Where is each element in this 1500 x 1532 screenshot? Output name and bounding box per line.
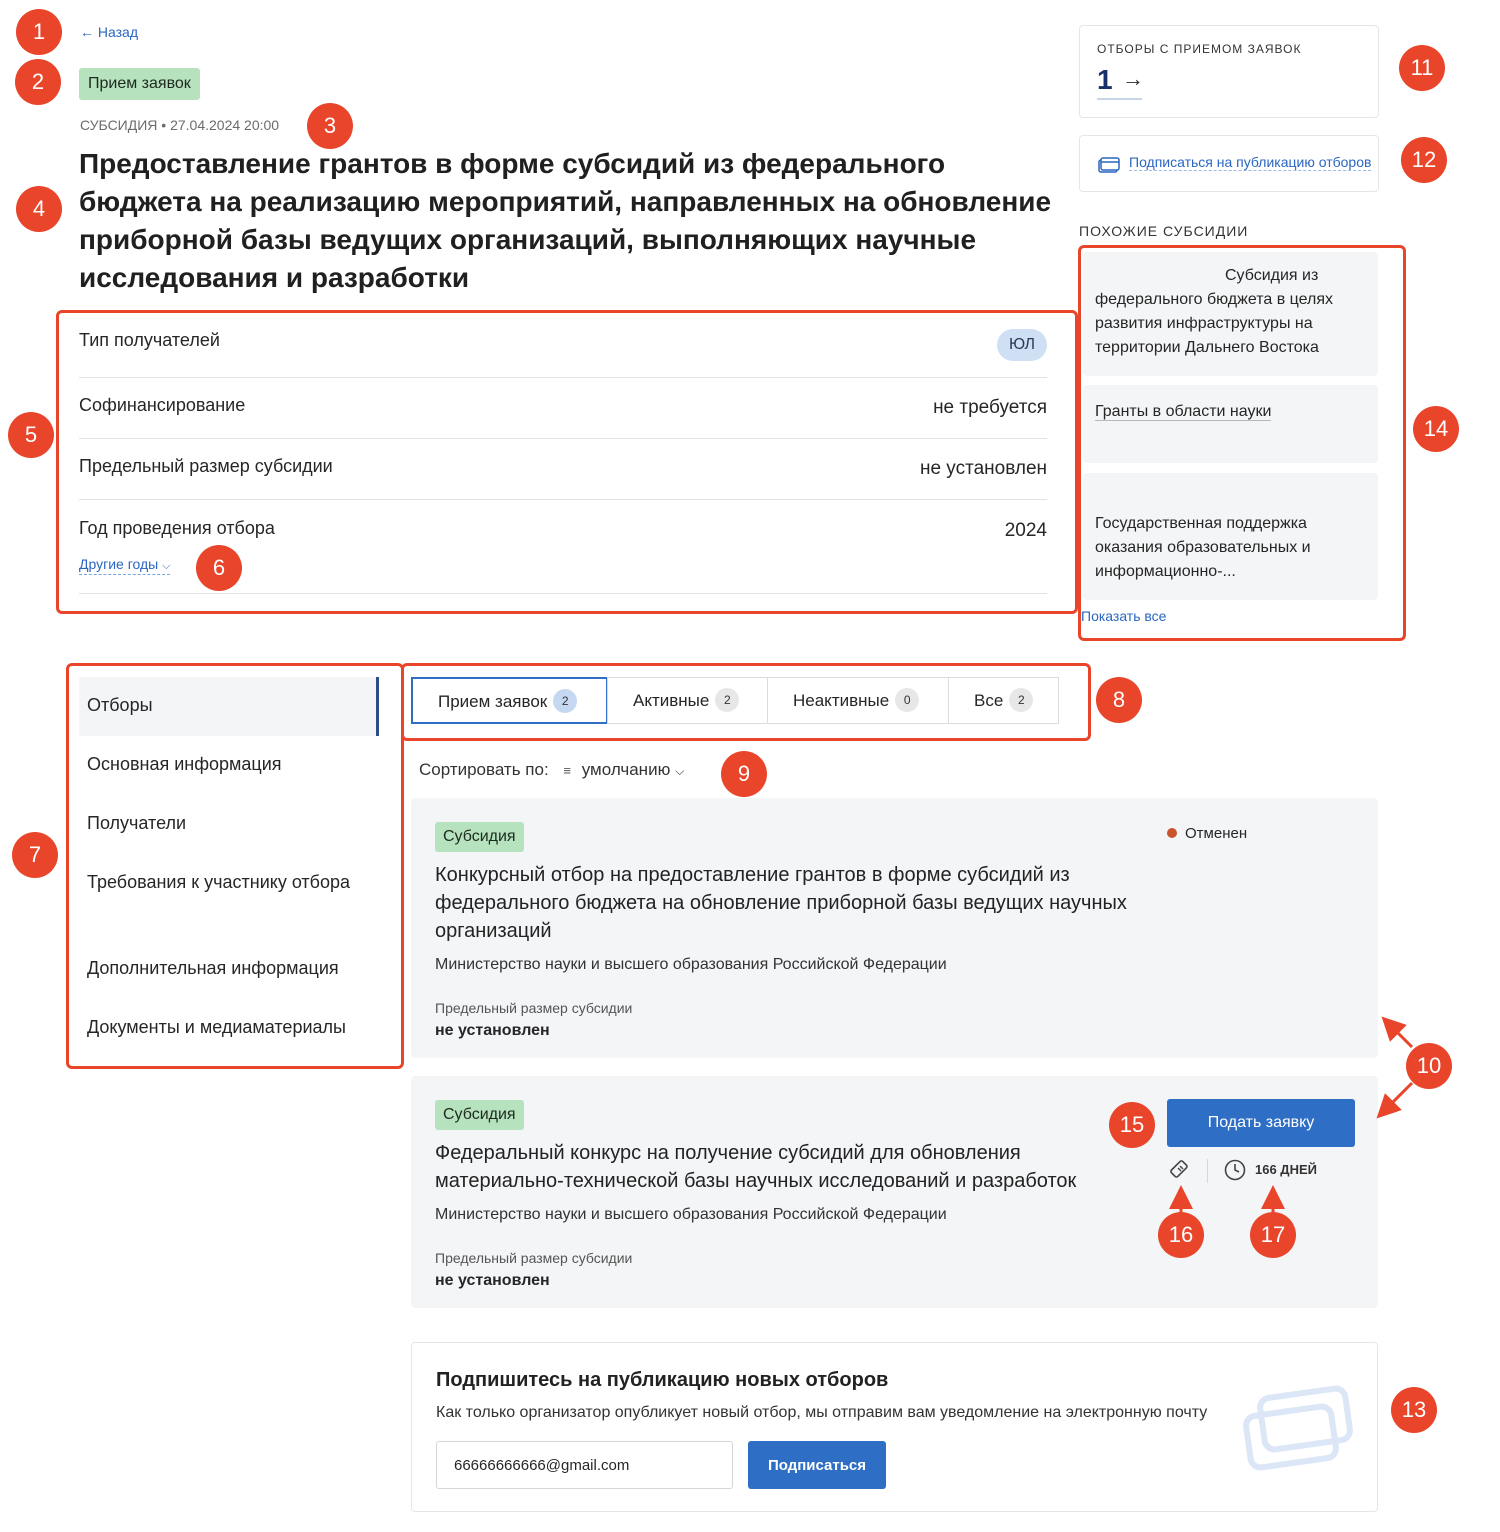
sort-control[interactable]: Сортировать по: ≡ умолчанию ⌵	[419, 760, 684, 780]
annotation-marker: 13	[1391, 1387, 1437, 1433]
card-status: Отменен	[1167, 825, 1247, 842]
annotation-marker: 9	[721, 751, 767, 797]
subsidy-meta: СУБСИДИЯ • 27.04.2024 20:00	[80, 117, 280, 133]
annotation-marker: 12	[1401, 137, 1447, 183]
page-title: Предоставление грантов в форме субсидий …	[79, 148, 1052, 293]
card-limit-value: не установлен	[435, 1022, 550, 1039]
back-link[interactable]: ← Назад	[80, 24, 138, 40]
annotation-marker: 15	[1109, 1102, 1155, 1148]
status-dot-icon	[1167, 828, 1177, 838]
subscribe-box: Подпишитесь на публикацию новых отборов …	[411, 1342, 1378, 1512]
chevron-down-icon: ⌵	[675, 764, 685, 778]
card-title[interactable]: Конкурсный отбор на предоставление грант…	[435, 861, 1135, 945]
subscribe-title: Подпишитесь на публикацию новых отборов	[436, 1369, 889, 1391]
annotation-box	[66, 663, 404, 1069]
annotation-marker: 4	[16, 186, 62, 232]
annotation-marker: 2	[15, 59, 61, 105]
annotation-marker: 10	[1406, 1043, 1452, 1089]
annotation-marker: 1	[16, 9, 62, 55]
arrow-left-icon: ←	[80, 24, 98, 40]
subscribe-button[interactable]: Подписаться	[748, 1441, 886, 1489]
card-limit-value: не установлен	[435, 1272, 550, 1289]
status-tag: Прием заявок	[79, 68, 200, 100]
annotation-marker: 7	[12, 832, 58, 878]
arrow-right-icon: →	[1122, 66, 1144, 91]
card-organization: Министерство науки и высшего образования…	[435, 1206, 947, 1223]
subscribe-link[interactable]: Подписаться на публикацию отборов	[1129, 154, 1372, 171]
divider	[1207, 1159, 1208, 1183]
sort-label: Сортировать по:	[419, 760, 549, 779]
similar-subsidies-title: ПОХОЖИЕ СУБСИДИИ	[1079, 223, 1249, 239]
annotation-marker: 11	[1399, 45, 1445, 91]
apply-button[interactable]: Подать заявку	[1167, 1099, 1355, 1147]
annotation-marker: 16	[1158, 1212, 1204, 1258]
annotation-marker: 6	[196, 545, 242, 591]
subscribe-description: Как только организатор опубликует новый …	[436, 1404, 1208, 1421]
annotation-box	[1078, 245, 1406, 641]
annotation-marker: 14	[1413, 406, 1459, 452]
cards-illustration-icon	[1243, 1385, 1353, 1471]
card-limit-label: Предельный размер субсидии	[435, 1000, 633, 1016]
selection-card[interactable]: Субсидия Отменен Конкурсный отбор на пре…	[411, 798, 1378, 1058]
card-type-tag: Субсидия	[435, 822, 524, 852]
electronic-signature-icon[interactable]	[1168, 1158, 1192, 1182]
annotation-box	[401, 663, 1091, 741]
clock-icon	[1224, 1159, 1246, 1181]
card-organization: Министерство науки и высшего образования…	[435, 956, 947, 973]
card-title[interactable]: Федеральный конкурс на получение субсиди…	[435, 1139, 1135, 1195]
annotation-marker: 17	[1250, 1212, 1296, 1258]
open-selections-card[interactable]: ОТБОРЫ С ПРИЕМОМ ЗАЯВОК 1 →	[1079, 25, 1379, 118]
subscribe-card[interactable]: Подписаться на публикацию отборов	[1079, 135, 1379, 192]
days-remaining: 166 ДНЕЙ	[1255, 1162, 1317, 1177]
annotation-marker: 3	[307, 103, 353, 149]
email-input[interactable]	[436, 1441, 733, 1489]
card-icon	[1098, 157, 1120, 173]
sort-icon: ≡	[563, 763, 572, 778]
annotation-marker: 8	[1096, 677, 1142, 723]
card-limit-label: Предельный размер субсидии	[435, 1250, 633, 1266]
open-selections-label: ОТБОРЫ С ПРИЕМОМ ЗАЯВОК	[1097, 42, 1302, 56]
card-type-tag: Субсидия	[435, 1100, 524, 1130]
annotation-marker: 5	[8, 412, 54, 458]
sort-value: умолчанию	[581, 760, 671, 779]
